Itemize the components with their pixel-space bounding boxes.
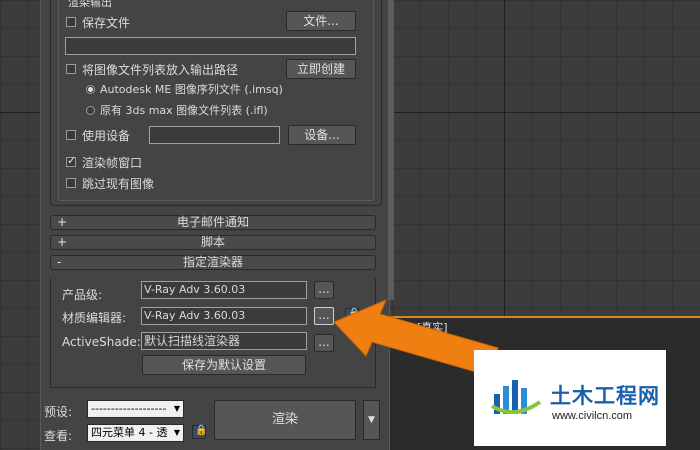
render-output-title: 渲染输出	[68, 0, 112, 9]
render-options-arrow[interactable]: ▼	[363, 400, 380, 440]
save-file-checkbox[interactable]	[66, 17, 76, 27]
preset-label: 预设:	[44, 405, 73, 419]
render-frame-window-checkbox[interactable]	[66, 154, 76, 167]
civil-logo-icon	[490, 380, 542, 414]
rollout-title: 指定渲染器	[182, 255, 243, 269]
autodesk-me-label: Autodesk ME 图像序列文件 (.imsq)	[100, 83, 283, 96]
activeshade-renderer-field: 默认扫描线渲染器	[141, 332, 307, 350]
production-renderer-field: V-Ray Adv 3.60.03	[141, 281, 307, 299]
watermark-url: www.civilcn.com	[552, 410, 633, 422]
rollout-title: 脚本	[200, 235, 225, 249]
view-value: 四元菜单 4 - 透	[91, 426, 168, 439]
save-file-label: 保存文件	[82, 16, 131, 30]
skip-existing-label: 跳过现有图像	[82, 177, 155, 191]
devices-button[interactable]: 设备...	[288, 125, 356, 145]
create-now-button[interactable]: 立即创建	[286, 59, 356, 79]
watermark-name: 土木工程网	[550, 384, 660, 408]
rollout-email-notification[interactable]: + 电子邮件通知	[50, 215, 376, 230]
legacy-ifl-label: 原有 3ds max 图像文件列表 (.ifl)	[100, 104, 268, 117]
use-device-label: 使用设备	[82, 129, 131, 143]
chevron-down-icon: ▼	[173, 404, 180, 413]
render-frame-window-label: 渲染帧窗口	[82, 156, 143, 170]
files-button[interactable]: 文件...	[286, 11, 356, 31]
output-path-field[interactable]	[65, 37, 356, 55]
view-lock-icon[interactable]: 🔒	[192, 425, 207, 439]
device-field[interactable]	[149, 126, 280, 144]
panel-scrollbar[interactable]	[388, 0, 394, 300]
material-editor-label: 材质编辑器:	[62, 311, 127, 325]
put-list-checkbox[interactable]	[66, 64, 76, 74]
autodesk-me-radio[interactable]	[86, 85, 95, 94]
rollout-scripts[interactable]: + 脚本	[50, 235, 376, 250]
production-label: 产品级:	[62, 288, 103, 302]
legacy-ifl-radio[interactable]	[86, 106, 95, 115]
view-label: 查看:	[44, 429, 73, 443]
watermark-logo: 土木工程网 www.civilcn.com	[474, 350, 666, 446]
save-as-default-button[interactable]: 保存为默认设置	[142, 355, 306, 375]
material-editor-renderer-field: V-Ray Adv 3.60.03	[141, 307, 307, 325]
use-device-checkbox[interactable]	[66, 130, 76, 140]
put-list-label: 将图像文件列表放入输出路径	[82, 63, 239, 77]
activeshade-label: ActiveShade:	[62, 335, 141, 349]
chevron-down-icon: ▼	[173, 428, 180, 437]
skip-existing-checkbox[interactable]	[66, 178, 76, 188]
rollout-assign-renderer[interactable]: - 指定渲染器	[50, 255, 376, 270]
preset-dropdown[interactable]: ------------------- ▼	[87, 400, 184, 418]
view-dropdown[interactable]: 四元菜单 4 - 透 ▼	[87, 424, 184, 442]
render-button[interactable]: 渲染	[214, 400, 356, 440]
rollout-title: 电子邮件通知	[176, 215, 249, 229]
preset-value: -------------------	[91, 402, 167, 415]
